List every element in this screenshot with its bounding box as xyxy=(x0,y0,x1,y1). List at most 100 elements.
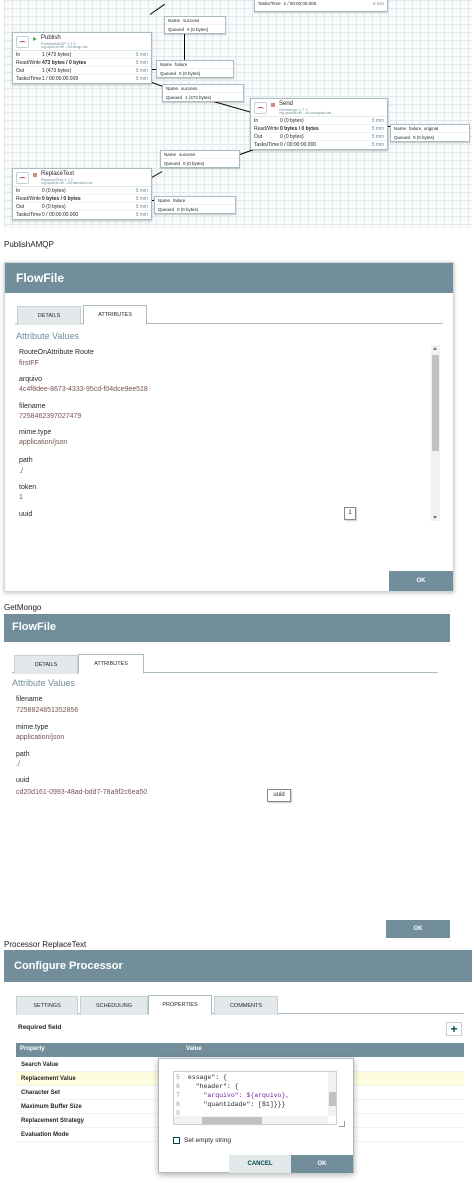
caption-processor-replacetext: Processor ReplaceText xyxy=(4,940,87,949)
caption-getmongo: GetMongo xyxy=(4,603,42,612)
attribute-name: uuid xyxy=(16,777,30,784)
attribute-name: path xyxy=(19,457,33,464)
dialog-title: Configure Processor xyxy=(14,960,123,972)
processor-logo-icon xyxy=(254,102,267,114)
connection-failure-label[interactable]: Name failure Queued 0 (0 bytes) xyxy=(154,196,236,214)
attribute-name: token xyxy=(19,484,37,491)
attribute-name: mime.type xyxy=(16,724,49,731)
attribute-name: uuid xyxy=(19,511,33,518)
cancel-button[interactable]: CANCEL xyxy=(229,1155,291,1173)
connection-line xyxy=(149,3,166,15)
stat-row: Read/Write 0 bytes / 0 bytes 5 min xyxy=(13,195,151,203)
flowfile-dialog: FlowFile DETAILS ATTRIBUTES Attribute Va… xyxy=(4,614,450,942)
attribute-name: RouteOnAttribute Route xyxy=(19,349,94,356)
property-value-editor: 5 essage": { 6 "header": { 7 "arquivo": … xyxy=(158,1058,354,1173)
stat-row: In 0 (0 bytes) 5 min xyxy=(13,187,151,195)
attribute-value[interactable]: 4c4f8dee-8673-4333-95cd-f04dce9ee518 xyxy=(19,386,148,393)
stat-row: In 1 (473 bytes) 5 min xyxy=(13,51,151,59)
tab-attributes[interactable]: ATTRIBUTES xyxy=(83,305,147,325)
scroll-up-icon[interactable] xyxy=(433,347,437,350)
ok-button[interactable]: OK xyxy=(389,571,453,591)
add-property-button[interactable]: + xyxy=(446,1022,462,1036)
processor-bundle: org.apache.nifi - nifi-mongodb-nar xyxy=(279,111,332,115)
tab-details[interactable]: DETAILS xyxy=(17,306,81,325)
processor-logo-icon xyxy=(16,172,29,184)
tab-attributes[interactable]: ATTRIBUTES xyxy=(78,654,144,674)
ok-button[interactable]: OK xyxy=(386,920,450,938)
code-editor[interactable]: 5 essage": { 6 "header": { 7 "arquivo": … xyxy=(173,1071,337,1125)
column-header-value: Value xyxy=(186,1046,202,1052)
tooltip: 1 xyxy=(344,507,356,520)
code-line: 8 "quantidade": [$1]}}} xyxy=(176,1101,286,1108)
code-line: 7 "arquivo": ${arquivo}, xyxy=(176,1092,290,1099)
attribute-value[interactable]: 7258462397027479 xyxy=(19,413,81,420)
stat-row: Out 0 (0 bytes) 5 min xyxy=(251,133,387,141)
attribute-value[interactable]: 7258824851352856 xyxy=(16,707,78,714)
attribute-name: filename xyxy=(16,696,43,703)
processor-publish[interactable]: Publish PublishAMQP 1.7.1 org.apache.nif… xyxy=(12,32,152,84)
tab-details[interactable]: DETAILS xyxy=(14,655,78,674)
set-empty-string-checkbox[interactable] xyxy=(173,1137,180,1144)
stopped-icon xyxy=(33,173,37,177)
tab-properties[interactable]: PROPERTIES xyxy=(148,995,212,1015)
scroll-thumb[interactable] xyxy=(432,355,439,451)
stat-row: Read/Write 0 bytes / 0 bytes 5 min xyxy=(251,125,387,133)
flowfile-dialog: FlowFile DETAILS ATTRIBUTES Attribute Va… xyxy=(4,262,454,592)
tab-scheduling[interactable]: SCHEDULING xyxy=(80,996,148,1015)
tab-settings[interactable]: SETTINGS xyxy=(16,996,78,1015)
tab-comments[interactable]: COMMENTS xyxy=(214,996,278,1015)
attribute-value[interactable]: application/json xyxy=(19,439,67,446)
connection-success-label[interactable]: Name success Queued 0 (0 bytes) xyxy=(160,150,240,168)
tooltip: uuid xyxy=(267,789,291,802)
flow-canvas[interactable]: Tasks/Time 1 / 00:00:00.009 5 min Name succ… xyxy=(4,0,472,228)
connection-failure-original-label[interactable]: Name failure, original Queued 0 (0 bytes) xyxy=(390,124,470,142)
processor-bundle: org.apache.nifi - nifi-standard-nar xyxy=(41,181,93,185)
required-field-label: Required field xyxy=(18,1024,62,1031)
scroll-thumb[interactable] xyxy=(329,1092,336,1106)
stat-row: Tasks/Time 0 / 00:00:00.000 5 min xyxy=(254,142,384,148)
stat-row: Tasks/Time 0 / 00:00:00.000 5 min xyxy=(16,212,148,218)
dialog-header xyxy=(5,263,453,293)
dialog-header xyxy=(4,614,450,642)
connection-failure-label[interactable]: Name failure Queued 0 (0 bytes) xyxy=(156,60,234,78)
editor-vertical-scrollbar[interactable] xyxy=(328,1072,336,1116)
attribute-name: path xyxy=(16,751,30,758)
editor-horizontal-scrollbar[interactable] xyxy=(174,1116,328,1124)
properties-table-header xyxy=(16,1043,464,1057)
connection-top-partial[interactable]: Tasks/Time 1 / 00:00:00.009 5 min xyxy=(254,0,388,12)
ok-button[interactable]: OK xyxy=(291,1155,353,1173)
caption-publishamqp: PublishAMQP xyxy=(4,240,54,249)
stat-row: Out 0 (0 bytes) 5 min xyxy=(13,203,151,211)
dialog-title: FlowFile xyxy=(16,271,64,285)
scroll-thumb[interactable] xyxy=(202,1117,262,1124)
stat-row: Out 1 (473 bytes) 5 min xyxy=(13,67,151,75)
connection-success-label[interactable]: Name success Queued 1 (473 bytes) xyxy=(162,84,244,102)
processor-bundle: org.apache.nifi - nifi-amqp-nar xyxy=(41,45,88,49)
stat-row: Read/Write 473 bytes / 0 bytes 5 min xyxy=(13,59,151,67)
set-empty-string-label: Set empty string xyxy=(184,1137,231,1144)
stat-row: Tasks/Time 1 / 00:00:00.009 5 min xyxy=(16,76,148,82)
scrollbar[interactable] xyxy=(431,345,440,521)
attribute-name: arquivo xyxy=(19,376,42,383)
processor-send[interactable]: Send GetMongo 1.7.1 org.apache.nifi - ni… xyxy=(250,98,388,150)
attribute-value[interactable]: ./ xyxy=(16,761,20,768)
configure-processor-dialog: Configure Processor SETTINGS SCHEDULING … xyxy=(4,950,472,1183)
processor-logo-icon xyxy=(16,36,29,48)
stat-row: In 0 (0 bytes) 5 min xyxy=(251,117,387,125)
attribute-value[interactable]: 1 xyxy=(19,494,23,501)
attribute-values-title: Attribute Values xyxy=(12,678,75,688)
plus-icon: + xyxy=(450,1022,458,1036)
resize-handle-icon[interactable] xyxy=(339,1121,345,1127)
processor-replacetext[interactable]: ReplaceText ReplaceText 1.7.1 org.apache… xyxy=(12,168,152,220)
dialog-title: FlowFile xyxy=(12,621,56,633)
running-icon xyxy=(33,37,37,41)
column-header-property: Property xyxy=(20,1046,45,1052)
attribute-value[interactable]: cd20d161-0993-48ad-bdd7-78a9f2c6ea50 xyxy=(16,789,147,796)
connection-success-label[interactable]: Name success Queued 0 (0 bytes) xyxy=(164,16,226,34)
attribute-name: mime.type xyxy=(19,429,52,436)
attribute-values-title: Attribute Values xyxy=(16,331,79,341)
attribute-value[interactable]: ./ xyxy=(19,468,23,475)
attribute-value[interactable]: application/json xyxy=(16,734,64,741)
attribute-value[interactable]: firstFF xyxy=(19,360,39,367)
scroll-down-icon[interactable] xyxy=(433,516,437,519)
